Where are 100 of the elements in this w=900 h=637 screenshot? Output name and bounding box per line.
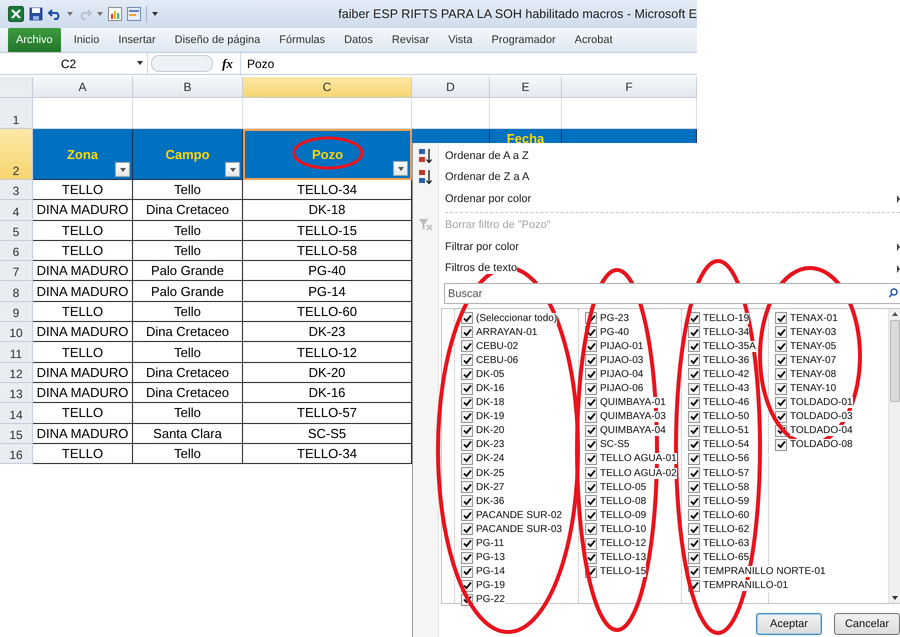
option-label[interactable]: TELLO-35A [703, 340, 756, 352]
option-label[interactable]: TOLDADO-08 [790, 439, 853, 450]
option-label[interactable]: TENAY-07 [790, 354, 836, 366]
checkbox[interactable] [775, 382, 787, 395]
option-label[interactable]: PACANDE SUR-02 [476, 510, 562, 521]
option-label[interactable]: TEMPRANILLO-01 [703, 580, 788, 592]
option-label[interactable]: ARRAYAN-01 [476, 326, 538, 338]
option-label[interactable]: TELLO-65 [703, 552, 750, 564]
row-header[interactable]: 16 [0, 444, 33, 464]
option-label[interactable]: TELLO-46 [703, 397, 750, 408]
row-header[interactable]: 6 [0, 240, 33, 262]
checkbox[interactable] [688, 538, 700, 550]
caret-icon[interactable] [67, 12, 73, 16]
checkbox[interactable] [461, 326, 473, 338]
checkbox[interactable] [461, 538, 473, 550]
checkbox[interactable] [585, 396, 597, 409]
checkbox[interactable] [775, 396, 787, 409]
spreadsheet-logo-icon[interactable] [8, 6, 24, 22]
option-label[interactable]: PIJAO-01 [600, 340, 644, 352]
option-label[interactable]: CEBU-06 [476, 354, 518, 366]
row-header[interactable]: 5 [0, 220, 33, 241]
checkbox[interactable] [585, 410, 597, 423]
checkbox[interactable] [461, 481, 473, 494]
option-label[interactable]: TELLO-54 [703, 439, 750, 450]
checkbox[interactable] [461, 368, 473, 380]
option-label[interactable]: PG-22 [476, 594, 505, 606]
option-label[interactable]: DK-20 [476, 425, 504, 436]
checkbox[interactable] [688, 354, 700, 366]
checkbox[interactable] [585, 523, 597, 536]
checkbox[interactable] [585, 495, 597, 508]
ribbon-tab[interactable]: Diseño de página [168, 28, 266, 52]
menu-item[interactable]: Ordenar de A a Z [413, 145, 900, 166]
row-header[interactable]: 1 [0, 98, 33, 129]
caret-icon[interactable] [97, 12, 103, 16]
option-label[interactable]: DK-16 [476, 383, 504, 394]
filter-dropdown-button[interactable] [393, 161, 408, 176]
checkbox[interactable] [688, 523, 700, 536]
option-label[interactable]: TENAY-10 [790, 383, 836, 394]
checkbox[interactable] [585, 424, 597, 437]
column-header[interactable]: F [562, 77, 697, 98]
row-header[interactable]: 9 [0, 302, 33, 322]
checkbox[interactable] [461, 552, 473, 564]
option-label[interactable]: TENAY-05 [790, 340, 836, 352]
column-header[interactable]: A [33, 77, 133, 98]
checkbox[interactable] [775, 354, 787, 366]
option-label[interactable]: TELLO-50 [703, 411, 750, 422]
table-header-cell[interactable]: Pozo [243, 129, 412, 180]
menu-item[interactable]: Ordenar por color [413, 188, 900, 210]
checkbox[interactable] [461, 523, 473, 536]
option-label[interactable]: TEMPRANILLO NORTE-01 [703, 566, 826, 578]
option-label[interactable]: TELLO-59 [703, 496, 750, 507]
column-header[interactable]: D [412, 77, 490, 98]
checkbox[interactable] [461, 438, 473, 451]
option-label[interactable]: TOLDADO-04 [790, 425, 853, 436]
option-label[interactable]: TELLO-56 [703, 453, 750, 464]
checkbox[interactable] [461, 467, 473, 480]
option-label[interactable]: TELLO-10 [600, 524, 646, 535]
undo-icon[interactable] [48, 8, 62, 20]
option-label[interactable]: TELLO-36 [703, 354, 750, 366]
option-label[interactable]: PIJAO-03 [600, 354, 644, 366]
option-label[interactable]: TELLO-51 [703, 425, 750, 436]
checkbox[interactable] [461, 566, 473, 578]
option-label[interactable]: DK-18 [476, 397, 504, 408]
option-label[interactable]: TELLO-34 [703, 326, 750, 338]
checkbox[interactable] [775, 326, 787, 338]
option-label[interactable]: TENAY-03 [790, 326, 836, 338]
option-label[interactable]: QUIMBAYA-03 [600, 411, 666, 422]
checkbox[interactable] [585, 538, 597, 550]
checkbox[interactable] [688, 424, 700, 437]
checkbox[interactable] [688, 552, 700, 564]
cancel-button[interactable]: Cancelar [834, 613, 900, 635]
checkbox[interactable] [688, 410, 700, 423]
option-label[interactable]: DK-36 [476, 496, 504, 507]
option-label[interactable]: PG-19 [476, 580, 505, 592]
row-header[interactable]: 10 [0, 322, 33, 342]
checkbox[interactable] [688, 509, 700, 522]
option-label[interactable]: DK-25 [476, 468, 504, 479]
option-label[interactable]: DK-27 [476, 482, 504, 493]
row-header[interactable]: 4 [0, 200, 33, 221]
row-header[interactable]: 15 [0, 424, 33, 444]
checkbox[interactable] [461, 354, 473, 366]
chart-icon[interactable] [108, 7, 122, 21]
checkbox[interactable] [461, 452, 473, 465]
row-header[interactable]: 13 [0, 382, 33, 404]
checkbox[interactable] [585, 368, 597, 380]
checkbox[interactable] [688, 438, 700, 451]
ribbon-tab[interactable]: Datos [338, 28, 379, 52]
option-label[interactable]: PIJAO-04 [600, 368, 644, 380]
option-label[interactable]: QUIMBAYA-01 [600, 397, 666, 408]
option-label[interactable]: PG-14 [476, 566, 505, 578]
checkbox[interactable] [688, 467, 700, 480]
option-label[interactable]: PG-40 [600, 326, 629, 338]
option-label[interactable]: DK-23 [476, 439, 504, 450]
row-header[interactable]: 11 [0, 342, 33, 363]
accept-button[interactable]: Aceptar [756, 613, 822, 635]
checkbox[interactable] [688, 382, 700, 395]
menu-item[interactable]: Ordenar de Z a A [413, 166, 900, 188]
checkbox[interactable] [688, 340, 700, 352]
column-header[interactable]: C [243, 77, 412, 98]
checkbox[interactable] [585, 438, 597, 451]
